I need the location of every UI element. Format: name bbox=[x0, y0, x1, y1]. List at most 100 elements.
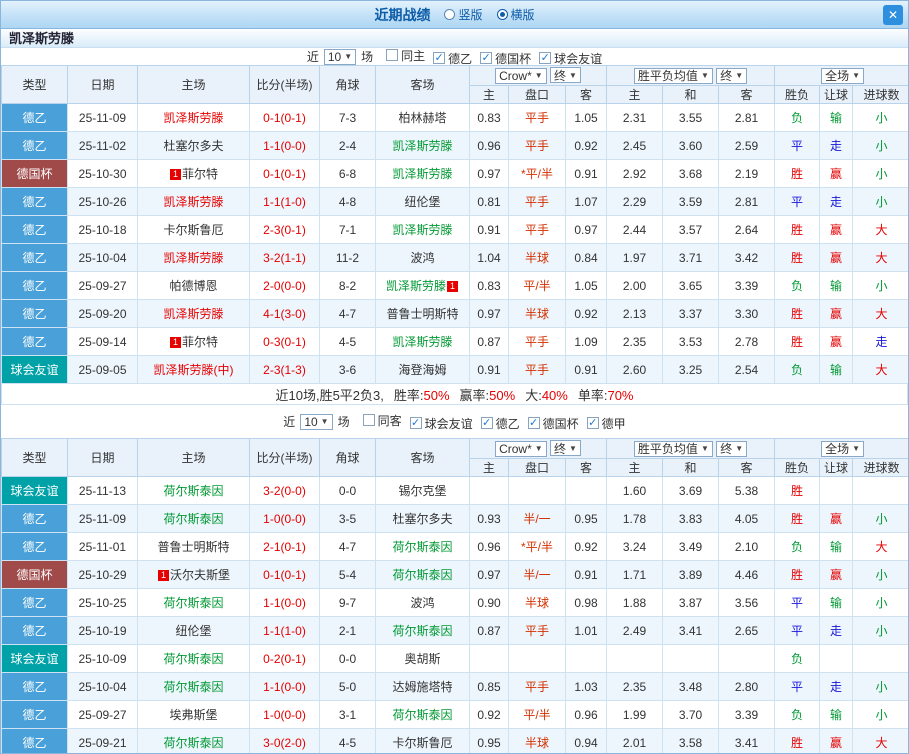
dropdown-arrow-icon: ▼ bbox=[534, 444, 543, 454]
match-count-select[interactable]: 10 ▼ bbox=[300, 413, 333, 430]
col-corner: 角球 bbox=[319, 438, 376, 477]
fullmatch-select[interactable]: 全场 ▼ bbox=[821, 440, 865, 457]
team2-matches-table: 类型 日期 主场 比分(半场) 角球 客场 Crow* ▼ 终 ▼ 胜平负均值 ▼ 终… bbox=[1, 438, 908, 753]
avg-away: 2.65 bbox=[718, 616, 776, 645]
team1-summary-bar: 近10场,胜5平2负3, 胜率:50% 赢率:50% 大:40% 单率:70% bbox=[1, 384, 908, 405]
odds-away: 0.94 bbox=[564, 728, 608, 753]
away-team: 凯泽斯劳滕 1 bbox=[375, 271, 470, 300]
home-team: 帕德博恩 bbox=[137, 271, 250, 300]
away-team-label: 海登海姆 bbox=[398, 363, 447, 377]
avg-draw: 3.68 bbox=[662, 159, 720, 188]
filter-checkbox[interactable]: ✓ 德乙 bbox=[433, 50, 472, 67]
radio-vertical-layout[interactable]: 竖版 bbox=[444, 6, 483, 23]
close-button[interactable]: ✕ bbox=[883, 5, 903, 25]
col-type: 类型 bbox=[1, 438, 68, 477]
avg-final-select[interactable]: 终 ▼ bbox=[716, 440, 748, 457]
result-goals: 大 bbox=[852, 355, 908, 384]
match-row: 德乙 25-11-02 杜塞尔多夫 1-1(0-0) 2-4 凯泽斯劳滕 0.96 平手 0.9… bbox=[1, 131, 908, 160]
league-badge: 德乙 bbox=[1, 616, 68, 645]
avg-odds-select[interactable]: 胜平负均值 ▼ bbox=[633, 440, 713, 457]
col-avg-away: 客 bbox=[718, 85, 776, 104]
recent-results-window: 近期战绩 竖版 横版 ✕ 凯泽斯劳滕 近 10 ▼ 场 同主 ✓ 德乙 ✓ 德国杯 ✓ 球会… bbox=[0, 0, 909, 754]
corner-count: 0-0 bbox=[319, 476, 376, 505]
filter-checkbox[interactable]: ✓ 球会友谊 bbox=[409, 415, 473, 432]
col-score: 比分(半场) bbox=[249, 65, 320, 104]
odds-final-select[interactable]: 终 ▼ bbox=[550, 440, 581, 457]
result-goals: 走 bbox=[852, 327, 908, 356]
match-score: 0-3(0-1) bbox=[249, 327, 320, 356]
team2-filter-options: 同客 ✓ 球会友谊 ✓ 德乙 ✓ 德国杯 ✓ 德甲 bbox=[355, 412, 626, 432]
filter-checkbox[interactable]: 同主 bbox=[386, 47, 425, 64]
filter-checkbox[interactable]: ✓ 德甲 bbox=[586, 415, 626, 432]
col-away: 客场 bbox=[375, 438, 470, 477]
odds-handicap: 半球 bbox=[508, 299, 566, 328]
odds-source-select[interactable]: Crow* ▼ bbox=[495, 440, 547, 457]
home-team: 杜塞尔多夫 bbox=[137, 131, 250, 160]
col-date: 日期 bbox=[67, 65, 138, 104]
filter-checkbox-label: 同客 bbox=[377, 413, 402, 428]
odds-handicap bbox=[508, 476, 566, 505]
col-odds-home: 主 bbox=[469, 85, 509, 104]
filter-checkbox[interactable]: 同客 bbox=[362, 412, 402, 429]
home-team-label: 卡尔斯鲁厄 bbox=[163, 223, 224, 237]
odds-handicap: 平手 bbox=[508, 103, 566, 132]
col-odds-handicap: 盘口 bbox=[508, 85, 566, 104]
result-goals: 小 bbox=[852, 131, 908, 160]
away-team-label: 锡尔克堡 bbox=[398, 484, 447, 498]
odds-final-select[interactable]: 终 ▼ bbox=[550, 67, 581, 84]
match-date: 25-10-04 bbox=[67, 672, 138, 701]
away-team-label: 普鲁士明斯特 bbox=[386, 307, 459, 321]
match-date: 25-11-01 bbox=[67, 532, 138, 561]
odds-source-select[interactable]: Crow* ▼ bbox=[495, 67, 547, 84]
result-goals: 小 bbox=[852, 504, 908, 533]
result-goals bbox=[852, 476, 908, 505]
match-row: 德乙 25-10-26 凯泽斯劳滕 1-1(1-0) 4-8 纽伦堡 0.81 平手 1.07 2… bbox=[1, 187, 908, 216]
away-team-label: 柏林赫塔 bbox=[398, 111, 447, 125]
avg-final-select[interactable]: 终 ▼ bbox=[716, 67, 748, 84]
col-avg-draw: 和 bbox=[662, 85, 720, 104]
league-badge: 德乙 bbox=[1, 131, 68, 160]
team1-matches-table: 类型 日期 主场 比分(半场) 角球 客场 Crow* ▼ 终 ▼ 胜平负均值 ▼ 终… bbox=[1, 65, 908, 384]
result-wdl: 平 bbox=[774, 187, 821, 216]
league-badge: 德乙 bbox=[1, 187, 68, 216]
filter-checkbox[interactable]: ✓ 德国杯 bbox=[480, 50, 531, 67]
games-label: 场 bbox=[337, 415, 350, 429]
match-row: 球会友谊 25-11-13 荷尔斯泰因 3-2(0-0) 0-0 锡尔克堡 1.60 3.69… bbox=[1, 476, 908, 505]
fullmatch-select[interactable]: 全场 ▼ bbox=[821, 67, 865, 84]
result-goals: 小 bbox=[852, 588, 908, 617]
odds-away: 0.84 bbox=[564, 243, 608, 272]
avg-home bbox=[606, 644, 664, 673]
league-badge: 德乙 bbox=[1, 672, 68, 701]
radio-horizontal-layout[interactable]: 横版 bbox=[496, 6, 535, 23]
match-score: 1-1(1-0) bbox=[249, 187, 320, 216]
col-score: 比分(半场) bbox=[249, 438, 320, 477]
corner-count: 5-0 bbox=[319, 672, 376, 701]
result-handicap: 输 bbox=[819, 355, 854, 384]
avg-odds-select[interactable]: 胜平负均值 ▼ bbox=[633, 67, 713, 84]
result-wdl: 负 bbox=[774, 355, 821, 384]
dropdown-arrow-icon: ▼ bbox=[700, 444, 709, 453]
team2-filter-row: 近 10 ▼ 场 同客 ✓ 球会友谊 ✓ 德乙 ✓ 德国杯 ✓ 德甲 bbox=[1, 405, 908, 438]
filter-checkbox[interactable]: ✓ 德乙 bbox=[480, 415, 520, 432]
result-handicap: 赢 bbox=[819, 243, 854, 272]
filter-checkbox[interactable]: ✓ 球会友谊 bbox=[539, 50, 602, 67]
odds-handicap: 平手 bbox=[508, 215, 566, 244]
avg-home: 1.60 bbox=[606, 476, 664, 505]
odds-away: 0.91 bbox=[564, 159, 608, 188]
summary-stat: 赢率:50% bbox=[460, 385, 516, 404]
away-team-label: 荷尔斯泰因 bbox=[392, 568, 453, 582]
avg-home: 2.44 bbox=[606, 215, 664, 244]
result-wdl: 平 bbox=[774, 588, 821, 617]
avg-home: 1.88 bbox=[606, 588, 664, 617]
match-score: 1-1(0-0) bbox=[249, 672, 320, 701]
corner-count: 5-4 bbox=[319, 560, 376, 589]
result-wdl: 胜 bbox=[774, 299, 821, 328]
avg-home: 2.00 bbox=[606, 271, 664, 300]
match-count-select[interactable]: 10 ▼ bbox=[323, 48, 357, 65]
filter-checkbox[interactable]: ✓ 德国杯 bbox=[527, 415, 579, 432]
result-wdl: 胜 bbox=[774, 504, 821, 533]
away-team-label: 杜塞尔多夫 bbox=[392, 512, 453, 526]
team1-section: 凯泽斯劳滕 近 10 ▼ 场 同主 ✓ 德乙 ✓ 德国杯 ✓ 球会友谊 类型 日期 主场 bbox=[1, 29, 908, 405]
avg-away: 3.41 bbox=[718, 728, 776, 753]
odds-away: 0.95 bbox=[564, 504, 608, 533]
